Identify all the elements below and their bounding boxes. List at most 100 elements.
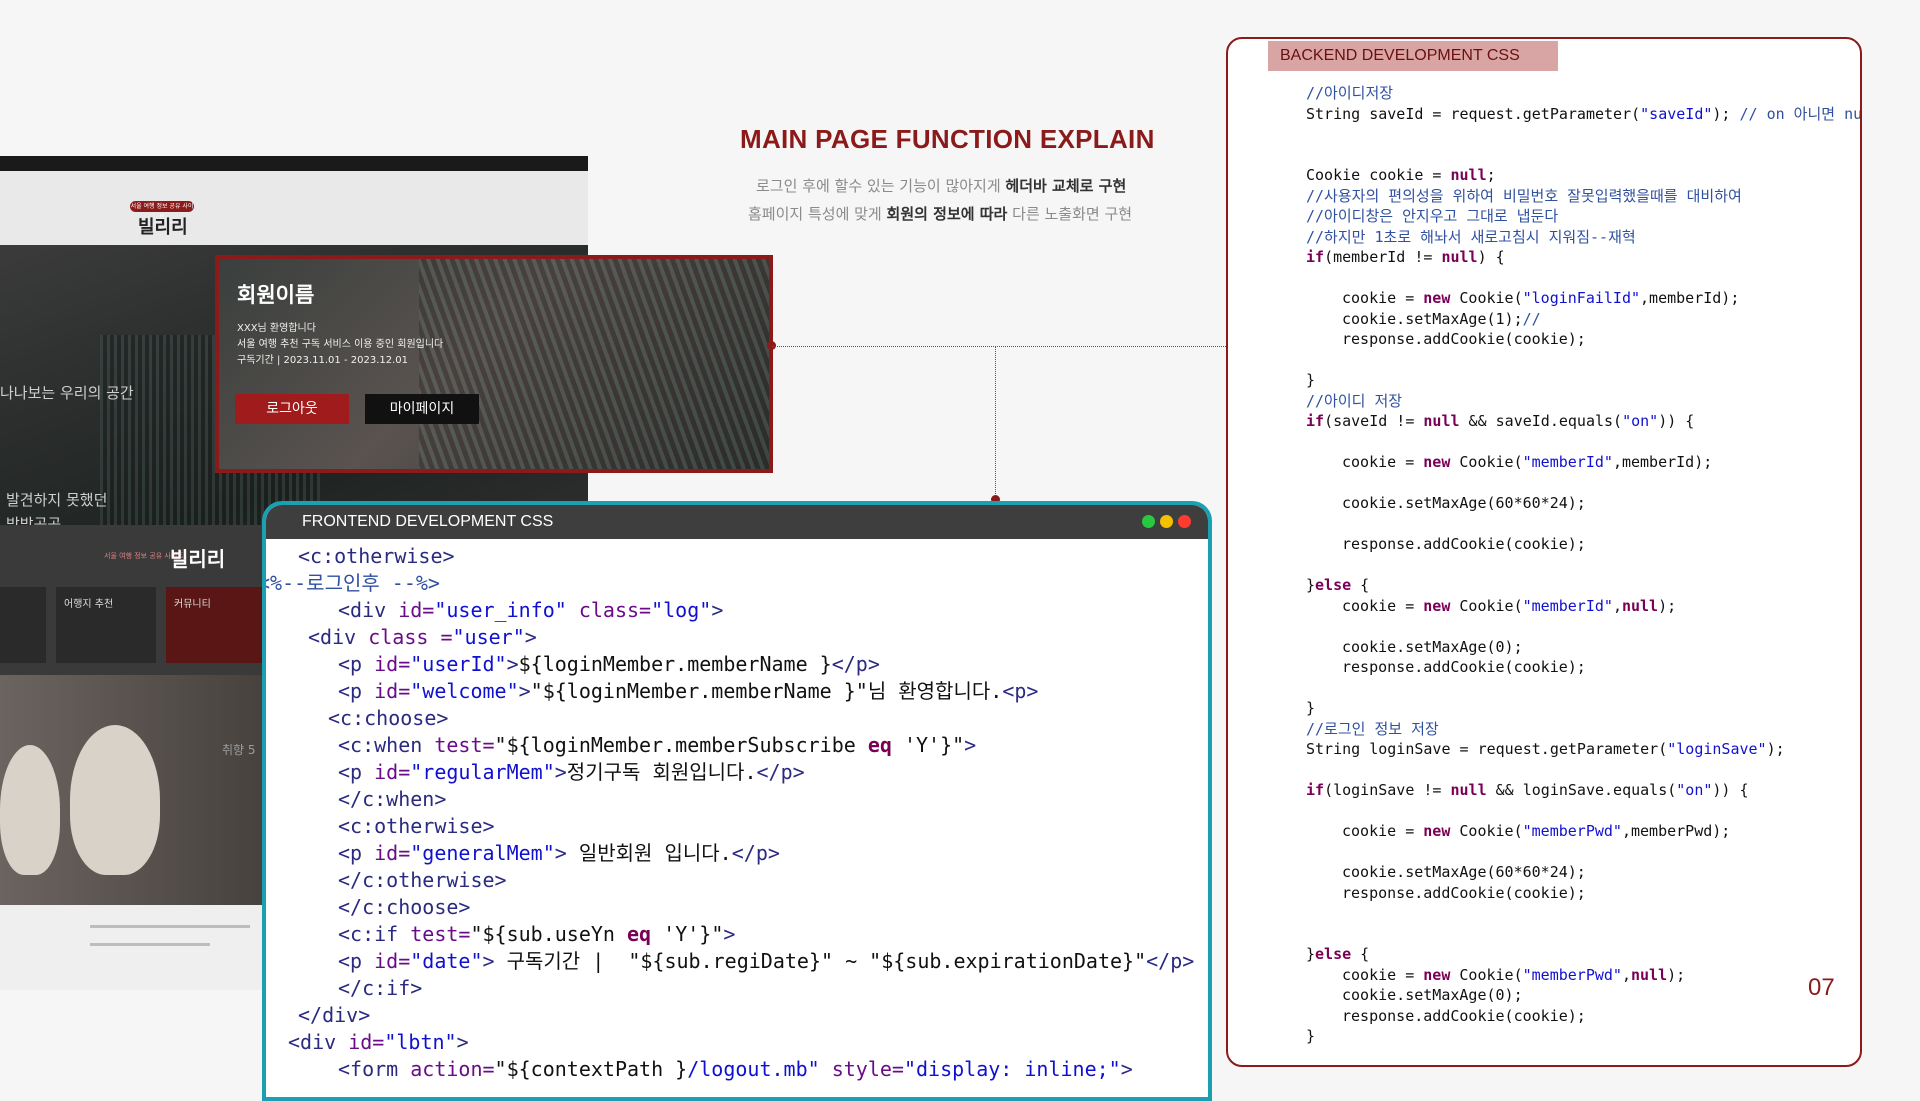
- code-token: <c:choose>: [328, 706, 449, 730]
- vase-image: [0, 745, 60, 875]
- code-token: </p>: [831, 652, 880, 676]
- code-token: "loginSave": [1667, 740, 1767, 758]
- code-token: new: [1423, 596, 1451, 615]
- code-token: id=: [398, 598, 435, 622]
- code-token: ${loginMember.memberName }: [518, 652, 832, 676]
- code-token: if: [1306, 781, 1325, 799]
- code-token: response.addCookie(cookie);: [1342, 1006, 1586, 1025]
- code-token: Cookie cookie =: [1306, 166, 1451, 184]
- code-token: "saveId": [1640, 104, 1713, 123]
- mockup-topbar: [0, 156, 588, 171]
- description-emphasis: 회원의 정보에 따라: [886, 205, 1008, 223]
- code-token: >: [482, 949, 495, 973]
- backend-title: BACKEND DEVELOPMENT CSS: [1268, 41, 1558, 71]
- code-token: Cookie(: [1450, 453, 1523, 471]
- code-token: (memberId !=: [1324, 248, 1442, 266]
- code-token: cookie.setMaxAge(0);: [1342, 637, 1523, 656]
- code-token: >: [723, 922, 736, 946]
- code-token: "${sub.useYn: [470, 922, 628, 946]
- code-line: <c:otherwise>: [266, 543, 1208, 570]
- code-token: "memberPwd": [1522, 965, 1622, 984]
- code-line: cookie = new Cookie("memberId",memberId)…: [1306, 452, 1860, 473]
- mypage-button[interactable]: 마이페이지: [365, 394, 479, 424]
- mockup-logo: 빌리리: [138, 217, 188, 238]
- code-line: }else {: [1306, 944, 1860, 965]
- code-line: <p id="date"> 구독기간 | "${sub.regiDate}" ~…: [266, 948, 1208, 975]
- mockup-hero-line: 나나보는 우리의 공간: [0, 384, 134, 402]
- code-line: cookie.setMaxAge(60*60*24);: [1306, 862, 1860, 883]
- logged-in-header-popup: 회원이름 XXX님 환영합니다 서울 여행 추천 구독 서비스 이용 중인 회원…: [215, 255, 773, 473]
- mockup-card: [0, 587, 46, 663]
- yellow-dot-icon[interactable]: [1160, 515, 1173, 528]
- code-token: //하지만 1초로 해놔서 새로고침시 지워짐--재혁: [1306, 227, 1636, 246]
- code-line: }: [1306, 370, 1860, 391]
- code-token: <div: [338, 598, 399, 622]
- code-token: cookie.setMaxAge(1);: [1342, 309, 1523, 328]
- code-token: //사용자의 편의성을 위하여 비밀번호 잘못입력했을때를 대비하여: [1306, 186, 1742, 205]
- code-token: <p: [338, 652, 375, 676]
- subscription-status-text: 서울 여행 추천 구독 서비스 이용 중인 회원입니다: [237, 339, 444, 350]
- mockup-footer-line: [90, 943, 210, 946]
- code-line: cookie.setMaxAge(0);: [1306, 637, 1860, 658]
- code-token: >: [518, 679, 531, 703]
- code-token: "user": [452, 625, 525, 649]
- code-token: {: [1351, 945, 1370, 963]
- backend-code: //아이디저장 String saveId = request.getParame…: [1306, 83, 1860, 1047]
- code-token: style=: [819, 1057, 904, 1081]
- code-token: && loginSave.equals(: [1486, 781, 1677, 799]
- code-token: cookie.setMaxAge(0);: [1342, 986, 1523, 1004]
- green-dot-icon[interactable]: [1142, 515, 1155, 528]
- code-token: <c:otherwise>: [298, 544, 455, 568]
- code-token: "user_info": [434, 598, 567, 622]
- code-token: id=: [374, 949, 411, 973]
- popup-background-image: [419, 259, 769, 469]
- code-token: new: [1423, 289, 1451, 307]
- code-token: "display: inline;": [903, 1057, 1121, 1081]
- frontend-code-window: FRONTEND DEVELOPMENT CSS <c:otherwise> <%…: [262, 501, 1212, 1101]
- code-token: ,: [1621, 965, 1631, 984]
- code-token: >: [711, 598, 724, 622]
- code-line: }else {: [1306, 575, 1860, 596]
- code-token: ) {: [1477, 248, 1505, 266]
- code-token: null: [1450, 166, 1487, 184]
- code-token: <div: [308, 625, 369, 649]
- red-dot-icon[interactable]: [1178, 515, 1191, 528]
- code-token: eq: [867, 733, 892, 757]
- code-token: Cookie(: [1450, 822, 1523, 840]
- page-title: MAIN PAGE FUNCTION EXPLAIN: [740, 124, 1155, 154]
- code-line: response.addCookie(cookie);: [1306, 883, 1860, 904]
- code-token: 구독기간 | "${sub.regiDate}" ~ "${sub.expira…: [494, 949, 1147, 973]
- logout-button[interactable]: 로그아웃: [235, 394, 349, 424]
- code-token: <form: [338, 1057, 411, 1081]
- code-token: null: [1423, 412, 1460, 430]
- code-token: "date": [410, 949, 483, 973]
- code-token: cookie =: [1342, 822, 1424, 840]
- code-token: null: [1450, 781, 1487, 799]
- member-name: 회원이름: [237, 283, 315, 307]
- code-line: Cookie cookie = null;: [1306, 165, 1860, 186]
- code-token: (saveId !=: [1324, 412, 1424, 430]
- code-token: //아이디 저장: [1306, 391, 1403, 410]
- code-token: )) {: [1712, 781, 1749, 799]
- code-line: <c:choose>: [266, 705, 1208, 732]
- code-token: "${loginMember.memberSubscribe: [494, 733, 868, 757]
- code-token: "on": [1622, 412, 1659, 430]
- mockup-hero-line: 발견하지 못했던: [6, 491, 108, 509]
- code-token: >: [554, 760, 567, 784]
- code-line: <p id="generalMem"> 일반회원 입니다.</p>: [266, 840, 1208, 867]
- code-line: //로그인 정보 저장: [1306, 719, 1860, 740]
- code-line: //아이디창은 안지우고 그대로 냅둔다: [1306, 206, 1860, 227]
- code-token: }: [1306, 1027, 1316, 1045]
- code-line: //하지만 1초로 해놔서 새로고침시 지워짐--재혁: [1306, 227, 1860, 248]
- code-line: cookie = new Cookie("loginFailId",member…: [1306, 288, 1860, 309]
- code-line: response.addCookie(cookie);: [1306, 1006, 1860, 1027]
- mockup-section-3-label: 취향 5: [222, 743, 256, 757]
- code-line: </c:choose>: [266, 894, 1208, 921]
- code-token: cookie =: [1342, 289, 1424, 307]
- code-token: null: [1631, 965, 1668, 984]
